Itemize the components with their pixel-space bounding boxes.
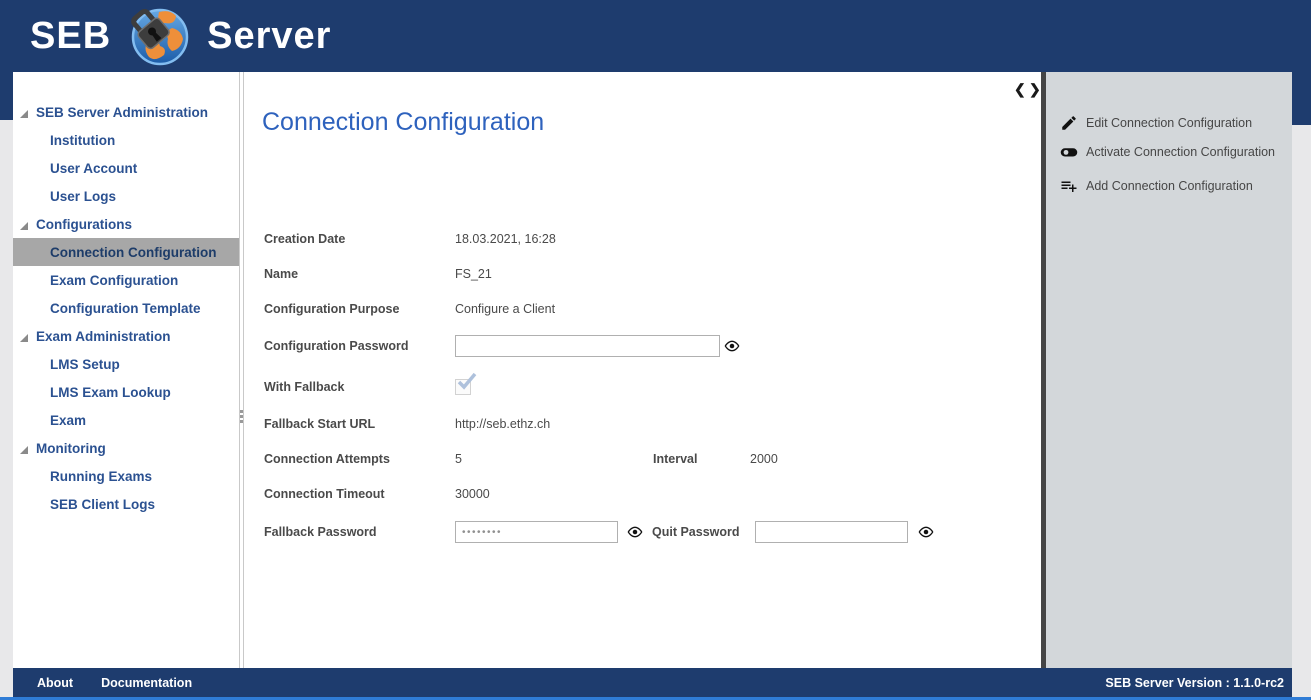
creation-date-value: 18.03.2021, 16:28 (455, 232, 556, 246)
sidebar-item-label: Institution (50, 133, 115, 148)
brand-logo: SEB (30, 0, 331, 72)
tree-expander-icon[interactable] (19, 219, 29, 229)
form-row-connection-attempts: Connection Attempts 5 Interval 2000 (244, 448, 1041, 470)
sidebar-item-label: SEB Server Administration (36, 105, 208, 120)
connection-timeout-label: Connection Timeout (264, 487, 385, 501)
sidebar-item-seb-server-administration[interactable]: SEB Server Administration (13, 98, 239, 126)
with-fallback-checkbox (455, 379, 471, 395)
sidebar-item-lms-setup[interactable]: LMS Setup (13, 350, 239, 378)
sidebar-item-connection-configuration[interactable]: Connection Configuration (13, 238, 239, 266)
show-password-icon[interactable] (918, 524, 934, 540)
action-label: Add Connection Configuration (1086, 179, 1253, 193)
banner-corner-left (0, 72, 13, 120)
fallback-start-url-value: http://seb.ethz.ch (455, 417, 550, 431)
brand-seb-text: SEB (30, 15, 111, 58)
sidebar-item-label: Configuration Template (50, 301, 201, 316)
form-row-fallback-start-url: Fallback Start URL http://seb.ethz.ch (244, 413, 1041, 435)
collapse-left-icon[interactable]: ❮ (1014, 81, 1026, 98)
with-fallback-label: With Fallback (264, 380, 344, 394)
action-label: Edit Connection Configuration (1086, 116, 1252, 130)
sash-dot (240, 410, 243, 413)
sidebar-item-label: Connection Configuration (50, 245, 216, 260)
sidebar-item-monitoring[interactable]: Monitoring (13, 434, 239, 462)
configuration-password-label: Configuration Password (264, 339, 408, 353)
form-row-creation-date: Creation Date 18.03.2021, 16:28 (244, 228, 1041, 250)
add-connection-configuration-button[interactable]: Add Connection Configuration (1046, 174, 1292, 198)
sidebar-item-configuration-template[interactable]: Configuration Template (13, 294, 239, 322)
show-password-icon[interactable] (724, 338, 740, 354)
configuration-purpose-label: Configuration Purpose (264, 302, 399, 316)
connection-timeout-value: 30000 (455, 487, 490, 501)
sidebar-item-seb-client-logs[interactable]: SEB Client Logs (13, 490, 239, 518)
sidebar-item-user-account[interactable]: User Account (13, 154, 239, 182)
expand-right-icon[interactable]: ❯ (1029, 81, 1041, 98)
sidebar-item-exam-configuration[interactable]: Exam Configuration (13, 266, 239, 294)
sidebar-item-label: SEB Client Logs (50, 497, 155, 512)
sidebar-item-label: User Account (50, 161, 137, 176)
sidebar-item-label: Monitoring (36, 441, 106, 456)
pencil-icon (1060, 114, 1078, 132)
action-panel: Edit Connection Configuration Activate C… (1046, 72, 1292, 668)
creation-date-label: Creation Date (264, 232, 345, 246)
configuration-password-input[interactable] (455, 335, 720, 357)
form-row-connection-timeout: Connection Timeout 30000 (244, 483, 1041, 505)
edit-connection-configuration-button[interactable]: Edit Connection Configuration (1046, 111, 1292, 135)
show-password-icon[interactable] (627, 524, 643, 540)
form-row-fallback-quit-password: Fallback Password Quit Password (244, 521, 1041, 543)
header-bar: SEB (0, 0, 1311, 72)
sidebar-item-user-logs[interactable]: User Logs (13, 182, 239, 210)
toggle-icon (1060, 143, 1078, 161)
sidebar-item-label: User Logs (50, 189, 116, 204)
sidebar-item-institution[interactable]: Institution (13, 126, 239, 154)
tree-expander-icon[interactable] (19, 107, 29, 117)
sidebar-item-lms-exam-lookup[interactable]: LMS Exam Lookup (13, 378, 239, 406)
sidebar-item-exam-administration[interactable]: Exam Administration (13, 322, 239, 350)
playlist-add-icon (1060, 177, 1078, 195)
sidebar-item-configurations[interactable]: Configurations (13, 210, 239, 238)
sidebar-item-label: Exam Configuration (50, 273, 178, 288)
sidebar-item-running-exams[interactable]: Running Exams (13, 462, 239, 490)
sidebar-item-label: Exam (50, 413, 86, 428)
sash-dot (240, 415, 243, 418)
form-row-configuration-password: Configuration Password (244, 335, 1041, 357)
sidebar-item-label: Running Exams (50, 469, 152, 484)
app-window: SEB (0, 0, 1311, 700)
sash-dot (240, 420, 243, 423)
sidebar-nav: SEB Server Administration Institution Us… (13, 72, 239, 668)
tree-expander-icon[interactable] (19, 443, 29, 453)
quit-password-input[interactable] (755, 521, 908, 543)
documentation-link[interactable]: Documentation (101, 676, 192, 690)
banner-corner-right (1292, 72, 1311, 125)
interval-value: 2000 (750, 452, 778, 466)
sidebar-item-exam[interactable]: Exam (13, 406, 239, 434)
form-row-with-fallback: With Fallback (244, 376, 1041, 398)
quit-password-label: Quit Password (652, 525, 740, 539)
connection-attempts-value: 5 (455, 452, 462, 466)
version-text: SEB Server Version : 1.1.0-rc2 (1105, 676, 1284, 690)
sidebar-item-label: LMS Setup (50, 357, 120, 372)
sidebar-item-label: Exam Administration (36, 329, 171, 344)
about-link[interactable]: About (37, 676, 73, 690)
main-content: ❮ ❯ Connection Configuration Creation Da… (244, 72, 1041, 668)
sidebar-item-label: Configurations (36, 217, 132, 232)
configuration-purpose-value: Configure a Client (455, 302, 555, 316)
fallback-password-input[interactable] (455, 521, 618, 543)
action-label: Activate Connection Configuration (1086, 145, 1275, 159)
fallback-start-url-label: Fallback Start URL (264, 417, 375, 431)
brand-server-text: Server (207, 15, 331, 58)
connection-attempts-label: Connection Attempts (264, 452, 390, 466)
fallback-password-label: Fallback Password (264, 525, 377, 539)
page-title: Connection Configuration (262, 108, 544, 137)
seb-globe-lock-icon (127, 5, 191, 67)
interval-label: Interval (653, 452, 697, 466)
activate-connection-configuration-button[interactable]: Activate Connection Configuration (1046, 140, 1292, 164)
tree-expander-icon[interactable] (19, 331, 29, 341)
footer-bar: About Documentation SEB Server Version :… (13, 668, 1292, 697)
form-row-configuration-purpose: Configuration Purpose Configure a Client (244, 298, 1041, 320)
sidebar-item-label: LMS Exam Lookup (50, 385, 171, 400)
